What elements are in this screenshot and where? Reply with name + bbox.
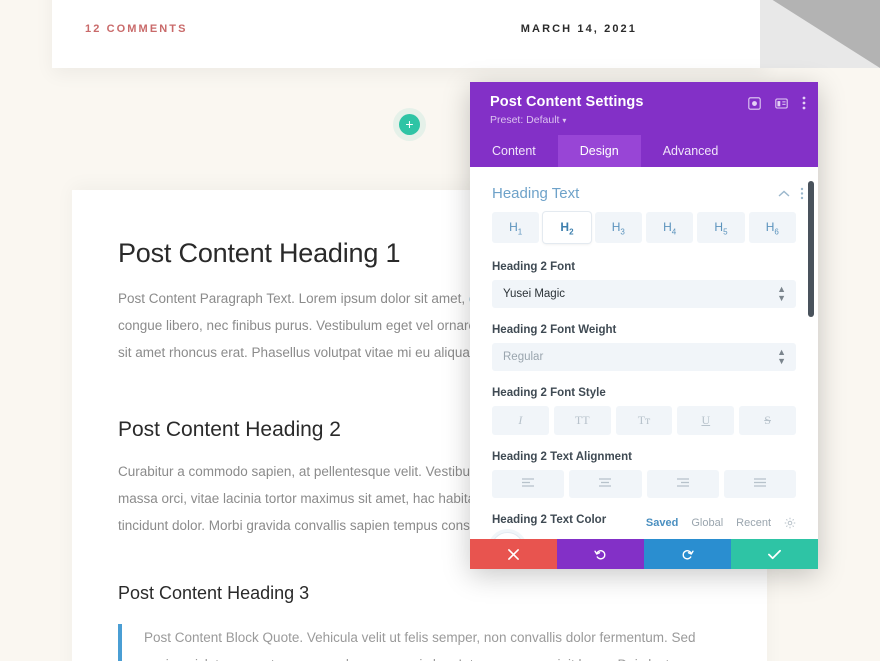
chevron-updown-icon-2: ▲ ▼	[777, 347, 786, 367]
heading-level-h1[interactable]: H1	[492, 212, 540, 244]
modal-preset-label: Preset: Default	[490, 114, 560, 126]
chevron-updown-icon: ▲ ▼	[777, 284, 786, 304]
uppercase-button[interactable]: TT	[553, 406, 611, 436]
font-select[interactable]: Yusei Magic ▲ ▼	[492, 280, 796, 309]
modal-tabs: Content Design Advanced	[470, 135, 818, 167]
font-style-field-label: Heading 2 Font Style	[492, 387, 606, 400]
h2-label: H	[560, 220, 570, 234]
h5-label: H	[714, 220, 724, 234]
align-center-icon[interactable]	[569, 470, 642, 499]
h5-sub: 5	[723, 227, 728, 237]
comments-count[interactable]: 12 COMMENTS	[85, 23, 188, 35]
post-meta-card: 12 COMMENTS MARCH 14, 2021	[52, 0, 767, 68]
capitalize-button[interactable]: Tт	[615, 406, 673, 436]
post-meta-row: 12 COMMENTS MARCH 14, 2021	[52, 0, 767, 68]
post-content-settings-modal: Post Content Settings Preset: Default ▾ …	[470, 82, 818, 569]
h4-label: H	[663, 220, 672, 234]
h1-sub: 1	[517, 227, 523, 237]
color-swatch-row	[492, 533, 796, 539]
modal-header-icons	[748, 96, 806, 110]
section-more-vertical-icon[interactable]	[800, 187, 804, 200]
modal-preset-selector[interactable]: Preset: Default ▾	[490, 114, 802, 126]
modal-header: Post Content Settings Preset: Default ▾	[470, 82, 818, 135]
post-date: MARCH 14, 2021	[520, 23, 637, 35]
eyedropper-icon[interactable]	[492, 533, 523, 539]
text-alignment-field-label: Heading 2 Text Alignment	[492, 451, 632, 464]
heading-level-tabs: H1 H2 H3 H4 H5 H6	[492, 212, 796, 244]
strikethrough-button[interactable]: S	[739, 406, 796, 436]
section-content: H1 H2 H3 H4 H5 H6 Heading 2 Font Yusei M…	[470, 212, 818, 539]
heading-level-h2[interactable]: H2	[543, 212, 591, 244]
text-alignment-buttons	[492, 470, 796, 499]
more-vertical-icon[interactable]	[802, 96, 806, 110]
post-blockquote: Post Content Block Quote. Vehicula velit…	[118, 624, 718, 661]
paragraph-1-text-a: Post Content Paragraph Text. Lorem ipsum…	[118, 291, 469, 306]
add-section-button[interactable]: +	[399, 114, 420, 135]
tab-advanced[interactable]: Advanced	[641, 135, 741, 167]
font-weight-select-value: Regular	[503, 351, 544, 364]
palette-tab-saved[interactable]: Saved	[646, 517, 678, 529]
font-weight-select[interactable]: Regular ▲ ▼	[492, 343, 796, 372]
heading-text-section-header[interactable]: Heading Text	[470, 167, 818, 212]
h2-sub: 2	[569, 227, 574, 237]
cancel-button[interactable]	[470, 539, 557, 569]
decor-triangle	[760, 0, 880, 68]
heading-level-h5[interactable]: H5	[697, 212, 745, 244]
underline-button[interactable]: U	[677, 406, 735, 436]
heading-level-h3[interactable]: H3	[594, 212, 642, 244]
heading-level-h6[interactable]: H6	[748, 212, 796, 244]
section-title: Heading Text	[492, 185, 580, 202]
heading-level-h4[interactable]: H4	[645, 212, 694, 244]
modal-scrollbar[interactable]	[808, 181, 814, 317]
font-style-buttons: I TT Tт U S	[492, 406, 796, 436]
palette-tabs: Saved Global Recent	[646, 517, 796, 529]
palette-tab-recent[interactable]: Recent	[736, 517, 771, 529]
layout-icon[interactable]	[775, 97, 788, 110]
h6-sub: 6	[774, 227, 779, 237]
font-select-value: Yusei Magic	[503, 288, 566, 301]
post-heading-3: Post Content Heading 3	[118, 583, 310, 603]
gear-icon[interactable]	[784, 517, 796, 529]
italic-button[interactable]: I	[492, 406, 549, 436]
h3-sub: 3	[620, 227, 625, 237]
undo-button[interactable]	[557, 539, 644, 569]
palette-tab-global[interactable]: Global	[691, 517, 723, 529]
screen: 12 COMMENTS MARCH 14, 2021 + Post Conten…	[0, 0, 880, 661]
align-right-icon[interactable]	[646, 470, 719, 499]
tab-content[interactable]: Content	[470, 135, 558, 167]
font-weight-field-label: Heading 2 Font Weight	[492, 324, 617, 337]
save-button[interactable]	[731, 539, 818, 569]
decorative-corner-graphic	[760, 0, 880, 76]
font-field-label: Heading 2 Font	[492, 261, 576, 274]
h4-sub: 4	[671, 227, 677, 237]
chevron-up-icon[interactable]	[778, 190, 790, 198]
target-icon[interactable]	[748, 96, 761, 110]
tab-design[interactable]: Design	[557, 135, 641, 167]
align-justify-icon[interactable]	[723, 470, 796, 499]
redo-button[interactable]	[644, 539, 731, 569]
modal-action-bar	[470, 539, 818, 569]
align-left-icon[interactable]	[492, 470, 565, 499]
modal-body: Heading Text H1 H2 H3 H4 H5 H6 Heading 2…	[470, 167, 818, 539]
h1-label: H	[509, 220, 518, 234]
